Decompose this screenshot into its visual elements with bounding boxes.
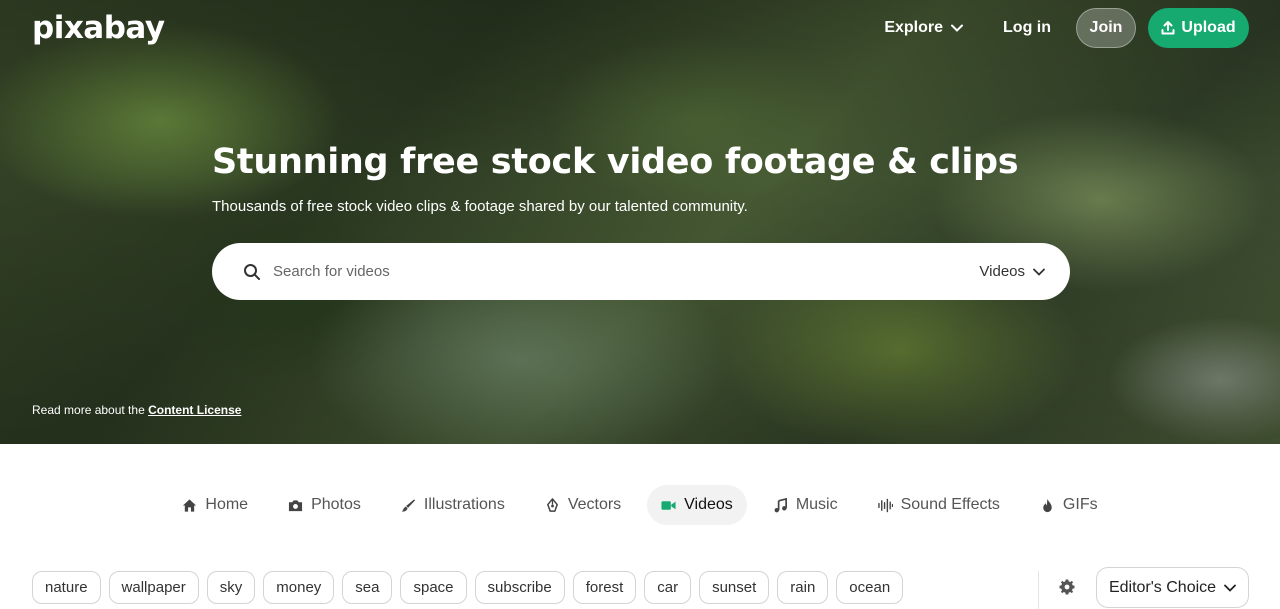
tag-chip[interactable]: wallpaper (108, 571, 199, 604)
page-subtitle: Thousands of free stock video clips & fo… (212, 198, 748, 215)
tag-chip[interactable]: space (400, 571, 467, 604)
tag-chip[interactable]: nature (32, 571, 101, 604)
camera-icon (289, 499, 303, 511)
tab-label: Photos (311, 496, 361, 513)
chevron-down-icon (1224, 584, 1236, 592)
flame-icon (1043, 498, 1052, 512)
tab-home[interactable]: Home (168, 485, 262, 525)
tab-videos[interactable]: Videos (647, 485, 747, 525)
media-type-tabs: Home Photos Illustrations Vectors Videos… (0, 485, 1280, 525)
upload-button[interactable]: Upload (1148, 8, 1249, 48)
pen-icon (546, 497, 558, 512)
sort-label: Editor's Choice (1108, 578, 1217, 596)
pixabay-logo[interactable]: pixabay (32, 10, 165, 46)
license-note: Read more about the Content License (32, 403, 241, 417)
sort-dropdown[interactable]: Editor's Choice (1096, 567, 1249, 608)
brush-icon (401, 498, 415, 512)
tab-vectors[interactable]: Vectors (531, 485, 635, 525)
search-type-label: Videos (979, 263, 1025, 280)
search-input[interactable] (273, 263, 980, 280)
content-license-link[interactable]: Content License (148, 403, 241, 417)
music-icon (774, 497, 787, 512)
upload-label: Upload (1181, 19, 1236, 36)
tag-chip[interactable]: money (263, 571, 335, 604)
page-title: Stunning free stock video footage & clip… (212, 142, 1019, 182)
gear-icon[interactable] (1059, 579, 1075, 595)
tag-chip[interactable]: ocean (836, 571, 904, 604)
explore-label: Explore (884, 19, 944, 36)
search-icon[interactable] (243, 263, 261, 281)
chevron-down-icon (1033, 268, 1045, 276)
top-nav: Explore Log in Join Upload (884, 8, 1249, 48)
license-prefix: Read more about the (32, 403, 149, 417)
tag-chip[interactable]: sea (342, 571, 393, 604)
waveform-icon (877, 498, 893, 512)
login-link[interactable]: Log in (1003, 19, 1051, 37)
tab-label: Music (795, 496, 838, 513)
hero-banner: pixabay Explore Log in Join Upload Stunn… (0, 0, 1280, 444)
tab-label: Home (205, 496, 249, 513)
tab-sound-effects[interactable]: Sound Effects (864, 485, 1014, 525)
tab-label: GIFs (1062, 496, 1098, 513)
tab-gifs[interactable]: GIFs (1026, 485, 1112, 525)
chevron-down-icon (951, 24, 964, 32)
related-tags: nature wallpaper sky money sea space sub… (32, 571, 904, 604)
search-bar: Videos (212, 243, 1070, 300)
tag-chip[interactable]: subscribe (474, 571, 565, 604)
home-icon (183, 498, 197, 512)
tab-photos[interactable]: Photos (274, 485, 375, 525)
tab-label: Sound Effects (900, 496, 1000, 513)
tag-chip[interactable]: rain (777, 571, 829, 604)
tag-chip[interactable]: forest (572, 571, 637, 604)
tab-illustrations[interactable]: Illustrations (387, 485, 519, 525)
search-type-dropdown[interactable]: Videos (979, 263, 1045, 280)
video-icon (661, 500, 676, 510)
tag-chip[interactable]: sky (206, 571, 256, 604)
upload-icon (1161, 21, 1175, 35)
tab-label: Vectors (567, 496, 622, 513)
tag-chip[interactable]: sunset (699, 571, 770, 604)
tab-music[interactable]: Music (759, 485, 852, 525)
join-button[interactable]: Join (1076, 8, 1136, 48)
explore-menu[interactable]: Explore (884, 19, 964, 37)
tab-label: Videos (684, 496, 733, 513)
tab-label: Illustrations (423, 496, 505, 513)
filter-divider (1038, 571, 1039, 609)
tag-chip[interactable]: car (644, 571, 692, 604)
